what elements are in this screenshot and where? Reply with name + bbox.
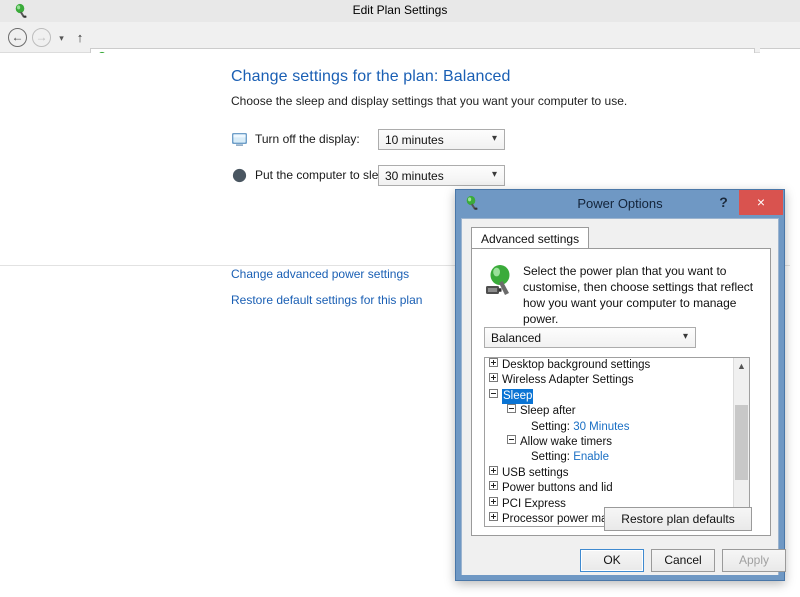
- expand-icon[interactable]: [489, 373, 498, 383]
- up-button[interactable]: ↑: [72, 28, 88, 47]
- forward-button[interactable]: →: [32, 28, 51, 47]
- apply-button[interactable]: Apply: [722, 549, 786, 572]
- chevron-down-icon: ▾: [491, 169, 497, 180]
- collapse-icon[interactable]: [507, 404, 516, 414]
- tree-row[interactable]: Setting: Enable: [485, 450, 749, 465]
- scrollbar-thumb[interactable]: [735, 405, 748, 480]
- tree-row-value[interactable]: 30 Minutes: [570, 421, 629, 433]
- tree-row-label: Wireless Adapter Settings: [502, 374, 634, 387]
- back-button[interactable]: ←: [8, 28, 27, 47]
- tree-row[interactable]: USB settings: [485, 465, 749, 481]
- dialog-title-bar[interactable]: Power Options ? ×: [456, 190, 784, 218]
- close-button[interactable]: ×: [739, 190, 783, 215]
- sleep-timeout-select[interactable]: 30 minutes ▾: [378, 165, 505, 186]
- setting-label: Turn off the display:: [255, 132, 360, 146]
- tree-row[interactable]: Sleep after: [485, 404, 749, 419]
- recent-locations-button[interactable]: ▾: [57, 34, 66, 43]
- explorer-window: Edit Plan Settings ← → ▾ ↑ ▸ Control Pan…: [0, 0, 800, 597]
- tree-row-label: Desktop background settings: [502, 359, 651, 371]
- tree-row[interactable]: Sleep: [485, 388, 749, 405]
- expand-icon[interactable]: [489, 465, 498, 475]
- expand-icon[interactable]: [489, 481, 498, 491]
- display-timeout-value: 10 minutes: [385, 133, 444, 147]
- tree-row[interactable]: Power buttons and lid: [485, 481, 749, 496]
- tree-scrollbar[interactable]: ▲ ▼: [733, 358, 749, 526]
- tree-row[interactable]: Wireless Adapter Settings: [485, 373, 749, 388]
- navigation-bar: ← → ▾ ↑ ▸ Control Panel ▸ Hardware and S…: [0, 22, 800, 70]
- dialog-footer-strip: [456, 575, 784, 580]
- power-plan-select[interactable]: Balanced ▾: [484, 327, 696, 348]
- tree-row[interactable]: Desktop background settings: [485, 358, 749, 373]
- tree-row-label: Sleep after: [520, 405, 576, 418]
- tree-row[interactable]: Setting: 30 Minutes: [485, 420, 749, 435]
- tree-row-label: Power buttons and lid: [502, 482, 613, 495]
- expand-icon[interactable]: [489, 511, 498, 521]
- restore-default-settings-link[interactable]: Restore default settings for this plan: [231, 293, 422, 307]
- dialog-intro-text: Select the power plan that you want to c…: [523, 264, 754, 326]
- forward-arrow-icon: →: [35, 30, 48, 44]
- battery-plug-icon: [486, 265, 510, 295]
- monitor-icon: [232, 133, 247, 146]
- cancel-button[interactable]: Cancel: [651, 549, 715, 572]
- window-title: Edit Plan Settings: [352, 3, 448, 17]
- tree-row-label: Allow wake timers: [520, 435, 613, 448]
- collapse-icon[interactable]: [507, 434, 516, 444]
- back-arrow-icon: ←: [11, 30, 24, 44]
- advanced-settings-tree[interactable]: Desktop background settings Wireless Adap…: [484, 357, 750, 527]
- chevron-down-icon: ▾: [682, 331, 688, 342]
- power-plan-value: Balanced: [491, 331, 542, 345]
- display-timeout-select[interactable]: 10 minutes ▾: [378, 129, 505, 150]
- tree-row-label: Setting:: [531, 451, 570, 464]
- expand-icon[interactable]: [489, 358, 498, 367]
- setting-label: Put the computer to sleep:: [255, 168, 396, 182]
- dialog-body: Advanced settings Select the power plan …: [461, 218, 786, 576]
- tree-row-label: PCI Express: [502, 497, 566, 510]
- collapse-icon[interactable]: [489, 388, 498, 398]
- ok-button[interactable]: OK: [580, 549, 644, 572]
- tree-rows: Desktop background settings Wireless Adap…: [485, 358, 749, 526]
- tab-advanced-settings[interactable]: Advanced settings: [471, 227, 590, 249]
- power-options-dialog: Power Options ? × Advanced settings Sele…: [455, 189, 786, 581]
- tab-strip: Advanced settings: [471, 227, 771, 249]
- change-advanced-power-settings-link[interactable]: Change advanced power settings: [231, 267, 409, 281]
- scroll-up-icon[interactable]: ▲: [734, 358, 749, 374]
- tree-row-label: Sleep: [502, 388, 534, 405]
- sleep-moon-icon: [232, 168, 247, 183]
- tree-row-label: Setting:: [531, 420, 570, 433]
- help-button[interactable]: ?: [708, 190, 739, 215]
- page-subtitle: Choose the sleep and display settings th…: [231, 94, 628, 108]
- chevron-down-icon: ▾: [491, 133, 497, 144]
- sleep-timeout-value: 30 minutes: [385, 169, 444, 183]
- tab-panel-advanced-settings: Select the power plan that you want to c…: [471, 248, 771, 536]
- expand-icon[interactable]: [489, 496, 498, 506]
- restore-plan-defaults-button[interactable]: Restore plan defaults: [604, 507, 752, 531]
- tree-row-label: USB settings: [502, 466, 569, 479]
- tree-row[interactable]: Allow wake timers: [485, 434, 749, 450]
- window-title-bar: Edit Plan Settings: [0, 0, 800, 22]
- tree-row-value[interactable]: Enable: [570, 451, 609, 463]
- page-title: Change settings for the plan: Balanced: [231, 68, 511, 85]
